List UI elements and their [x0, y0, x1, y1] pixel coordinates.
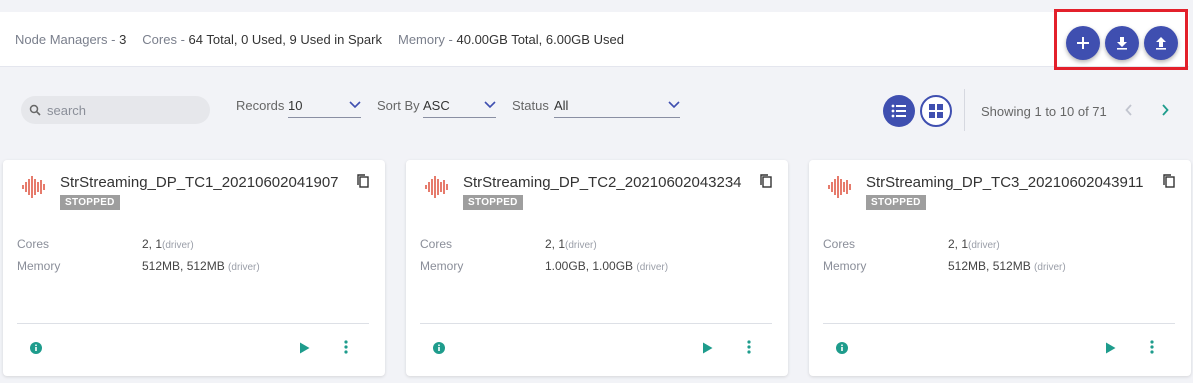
copy-icon[interactable]	[760, 174, 772, 188]
upload-icon	[1156, 37, 1166, 50]
upload-button[interactable]	[1144, 26, 1178, 60]
pipeline-card[interactable]: StrStreaming_DP_TC3_20210602043911 STOPP…	[809, 160, 1191, 376]
card-divider	[17, 323, 369, 324]
streaming-wave-icon	[425, 176, 448, 198]
memory-value: 512MB, 512MB (driver)	[142, 259, 260, 273]
download-icon	[1117, 37, 1127, 50]
cores-label: Cores	[823, 237, 856, 251]
pipeline-name[interactable]: StrStreaming_DP_TC3_20210602043911	[866, 174, 1143, 191]
node-managers-label: Node Managers	[15, 31, 108, 47]
cores-value: 2, 1(driver)	[142, 237, 194, 251]
status-badge: STOPPED	[866, 195, 926, 210]
memory-label: Memory	[420, 259, 464, 273]
cores-summary: Cores - 64 Total, 0 Used, 9 Used in Spar…	[142, 32, 382, 47]
status-label: Status	[512, 98, 549, 113]
node-managers-summary: Node Managers - 3	[15, 32, 126, 47]
cores-label: Cores	[17, 237, 50, 251]
records-select[interactable]: 10	[288, 95, 361, 118]
chevron-left-icon	[1125, 104, 1132, 116]
cores-main: 2, 1	[545, 237, 566, 251]
copy-icon[interactable]	[1163, 174, 1175, 188]
status-value: All	[554, 97, 569, 113]
cores-main: 2, 1	[948, 237, 969, 251]
chevron-right-icon	[1162, 104, 1169, 116]
memory-value: 40.00GB Total, 6.00GB Used	[456, 31, 624, 47]
records-value: 10	[288, 97, 303, 113]
chevron-down-icon	[668, 101, 680, 109]
list-view-icon	[891, 104, 906, 118]
chevron-down-icon	[349, 101, 361, 109]
status-select[interactable]: All	[554, 95, 680, 118]
more-options-icon[interactable]	[1150, 340, 1154, 354]
cores-sub: (driver)	[968, 240, 1000, 251]
cores-sub: (driver)	[565, 240, 597, 251]
info-icon[interactable]	[836, 342, 848, 354]
list-view-button[interactable]	[883, 95, 915, 127]
separator: -	[444, 31, 457, 47]
separator: -	[107, 31, 120, 47]
search-input[interactable]	[47, 102, 197, 118]
node-managers-value: 3	[119, 31, 127, 47]
memory-summary: Memory - 40.00GB Total, 6.00GB Used	[398, 32, 624, 47]
play-icon[interactable]	[702, 342, 713, 354]
memory-value: 1.00GB, 1.00GB (driver)	[545, 259, 668, 273]
cores-main: 2, 1	[142, 237, 163, 251]
info-icon[interactable]	[433, 342, 445, 354]
separator: -	[176, 31, 189, 47]
status-badge: STOPPED	[463, 195, 523, 210]
grid-view-button[interactable]	[920, 95, 952, 127]
memory-label: Memory	[823, 259, 867, 273]
copy-icon[interactable]	[357, 174, 369, 188]
memory-label: Memory	[397, 31, 445, 47]
streaming-wave-icon	[828, 176, 851, 198]
cores-value: 2, 1(driver)	[948, 237, 1000, 251]
sortby-value: ASC	[423, 97, 450, 113]
pipeline-name[interactable]: StrStreaming_DP_TC2_20210602043234	[463, 174, 742, 191]
plus-icon	[1077, 37, 1089, 49]
card-divider	[823, 323, 1175, 324]
memory-label: Memory	[17, 259, 61, 273]
pipeline-card[interactable]: StrStreaming_DP_TC2_20210602043234 STOPP…	[406, 160, 788, 376]
cores-label: Cores	[142, 31, 177, 47]
memory-sub: (driver)	[228, 262, 260, 273]
memory-main: 512MB, 512MB	[948, 259, 1035, 273]
search-icon	[29, 104, 41, 116]
next-page-button[interactable]	[1161, 103, 1169, 119]
sortby-label: Sort By	[377, 98, 420, 113]
chevron-down-icon	[484, 101, 496, 109]
info-icon[interactable]	[30, 342, 42, 354]
memory-value: 512MB, 512MB (driver)	[948, 259, 1066, 273]
sortby-select[interactable]: ASC	[423, 95, 496, 118]
cores-label: Cores	[420, 237, 453, 251]
previous-page-button[interactable]	[1125, 103, 1133, 119]
streaming-wave-icon	[22, 176, 45, 198]
download-button[interactable]	[1105, 26, 1139, 60]
more-options-icon[interactable]	[747, 340, 751, 354]
play-icon[interactable]	[299, 342, 310, 354]
toolbar-divider	[964, 89, 965, 131]
cluster-summary-bar: Node Managers - 3 Cores - 64 Total, 0 Us…	[0, 12, 1189, 67]
status-badge: STOPPED	[60, 195, 120, 210]
pagination-info: Showing 1 to 10 of 71	[981, 104, 1107, 119]
memory-sub: (driver)	[636, 262, 669, 273]
add-button[interactable]	[1066, 26, 1100, 60]
memory-sub: (driver)	[1034, 262, 1066, 273]
actions-highlight-box	[1054, 9, 1188, 70]
memory-main: 512MB, 512MB	[142, 259, 229, 273]
more-options-icon[interactable]	[344, 340, 348, 354]
card-divider	[420, 323, 772, 324]
pipeline-card[interactable]: StrStreaming_DP_TC1_20210602041907 STOPP…	[3, 160, 385, 376]
cores-value: 2, 1(driver)	[545, 237, 597, 251]
search-box[interactable]	[21, 96, 210, 124]
cores-sub: (driver)	[162, 240, 194, 251]
records-label: Records	[236, 98, 285, 113]
memory-main: 1.00GB, 1.00GB	[545, 259, 637, 273]
cores-value: 64 Total, 0 Used, 9 Used in Spark	[188, 31, 382, 47]
grid-view-icon	[929, 104, 943, 118]
pipeline-name[interactable]: StrStreaming_DP_TC1_20210602041907	[60, 174, 339, 191]
play-icon[interactable]	[1105, 342, 1116, 354]
